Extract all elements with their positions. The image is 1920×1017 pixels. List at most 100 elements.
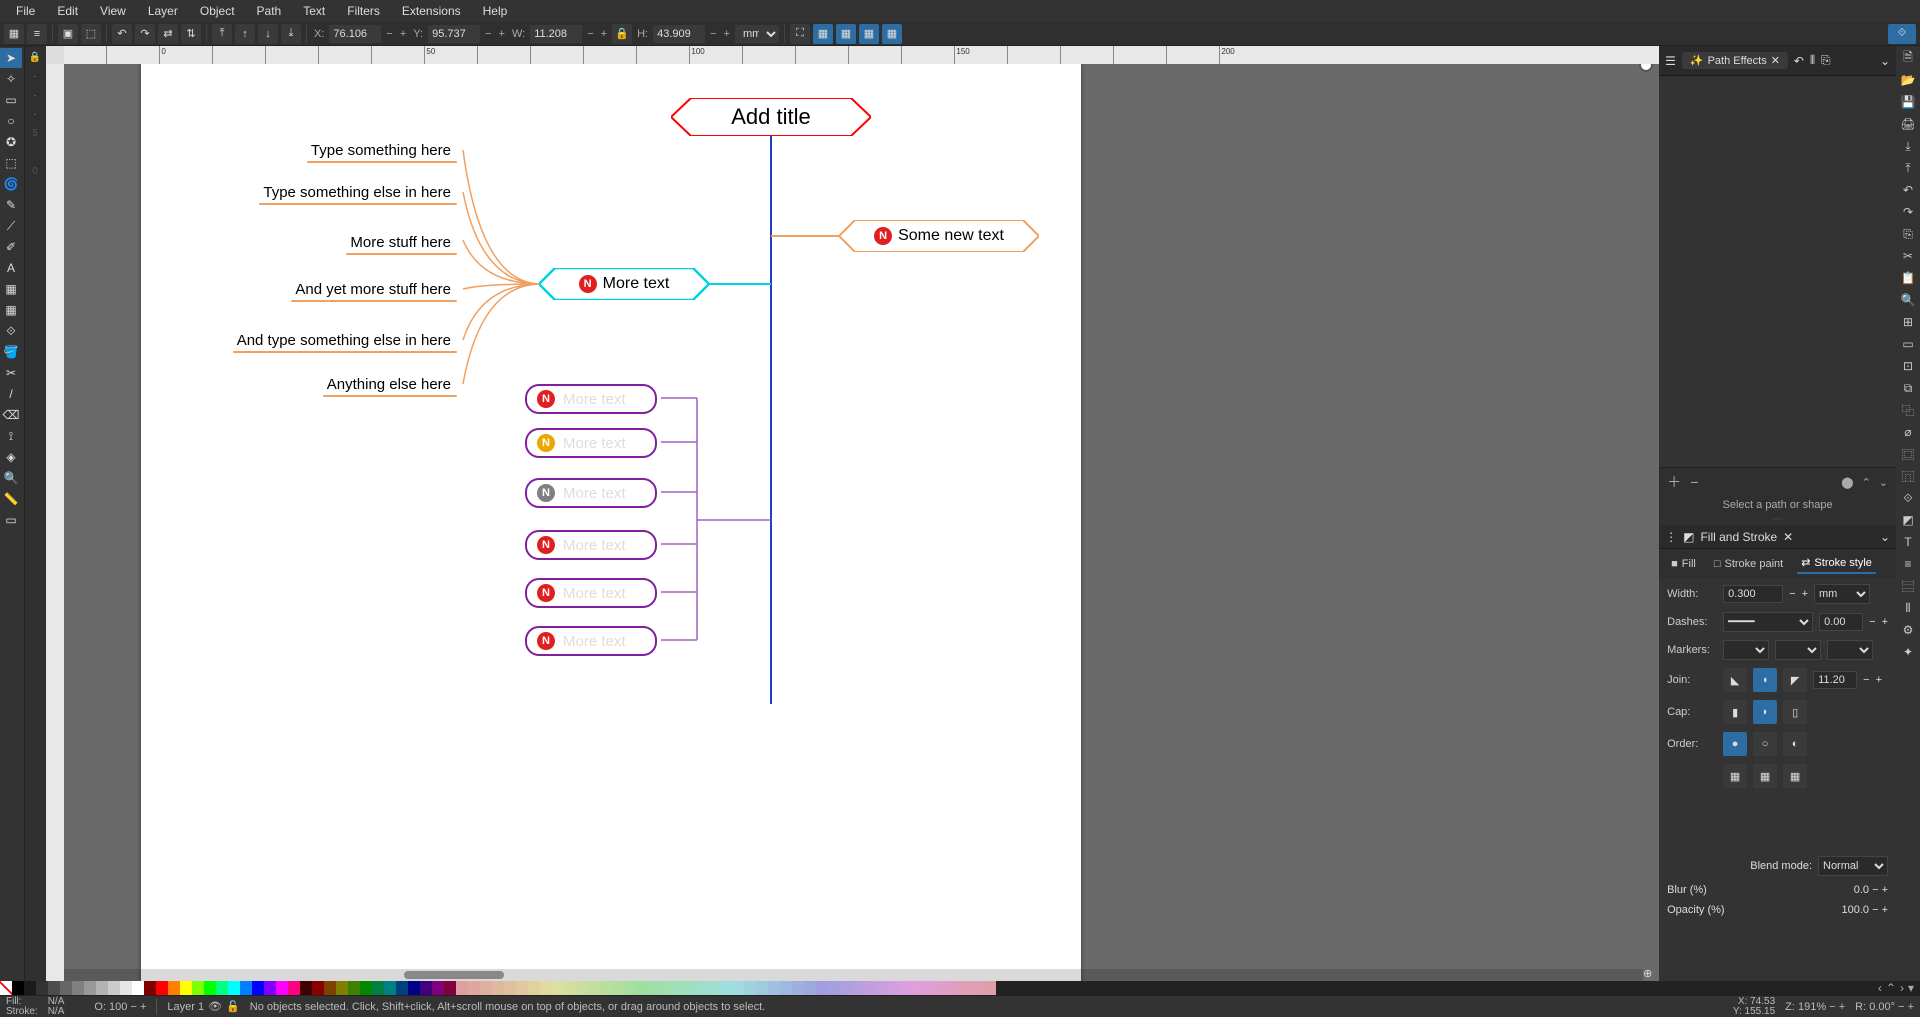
menu-file[interactable]: File [6,1,45,21]
palette-menu-icon[interactable]: ▾ [1908,981,1914,995]
tab-export-icon[interactable]: ⎘ [1821,53,1831,68]
color-swatch[interactable] [816,981,828,995]
x-input[interactable] [329,25,381,43]
import-icon[interactable]: ⤓ [1898,136,1918,156]
purple-node[interactable]: NMore text [525,530,657,560]
w-plus-icon[interactable]: + [601,28,607,40]
plus-icon[interactable]: + [1876,674,1882,686]
color-swatch[interactable] [48,981,60,995]
plus-icon[interactable]: + [1908,1001,1914,1013]
color-swatch[interactable] [648,981,660,995]
dash-offset-input[interactable] [1819,613,1863,631]
color-swatch[interactable] [864,981,876,995]
selectors-icon[interactable]: ⿳ [1898,576,1918,596]
tab-fill[interactable]: ■Fill [1667,553,1700,574]
canvas[interactable]: 050100150200 Add [46,46,1659,981]
tool-eraser[interactable]: ⌫ [0,405,22,425]
color-swatch[interactable] [456,981,468,995]
purple-node[interactable]: NMore text [525,384,657,414]
color-swatch[interactable] [624,981,636,995]
menu-object[interactable]: Object [190,1,245,21]
rotate-ccw-icon[interactable]: ↶ [112,24,132,44]
plus-icon[interactable]: + [140,1001,146,1013]
tool-dropper[interactable]: ⟐ [0,321,22,341]
h-minus-icon[interactable]: − [710,28,716,40]
minus-icon[interactable]: − [1869,616,1875,628]
raise-icon[interactable]: ↑ [235,24,255,44]
left-text-item[interactable]: Anything else here [327,376,451,393]
color-swatch[interactable] [36,981,48,995]
tool-node[interactable]: ✧ [0,69,22,89]
h-plus-icon[interactable]: + [724,28,730,40]
drag-handle-icon[interactable]: ⋮ [1665,530,1677,544]
scale-stroke-icon[interactable]: ▦ [813,24,833,44]
layers-icon[interactable]: ≡ [1898,554,1918,574]
color-swatch[interactable] [60,981,72,995]
snap-alignment-icon[interactable]: · [25,105,45,123]
tool-pages[interactable]: ▭ [0,510,22,530]
color-swatch[interactable] [492,981,504,995]
left-text-item[interactable]: And yet more stuff here [295,281,451,298]
tool-rect[interactable]: ▭ [0,90,22,110]
zoom-value[interactable]: 191% [1798,1001,1826,1013]
rotation-center-icon[interactable] [1639,64,1653,72]
join-miter-icon[interactable]: ◤ [1783,668,1807,692]
y-plus-icon[interactable]: + [499,28,505,40]
color-swatch[interactable] [120,981,132,995]
color-swatch[interactable] [96,981,108,995]
order-smf-icon[interactable]: ▦ [1783,764,1807,788]
tool-zoom[interactable]: 🔍 [0,468,22,488]
tool-connector[interactable]: ⟟ [0,426,22,446]
purple-node[interactable]: NMore text [525,578,657,608]
color-swatch[interactable] [360,981,372,995]
join-bevel-icon[interactable]: ◣ [1723,668,1747,692]
color-swatch[interactable] [180,981,192,995]
scrollbar-horizontal[interactable] [64,969,1643,981]
color-swatch[interactable] [276,981,288,995]
color-swatch[interactable] [960,981,972,995]
tool-tweak[interactable]: ✂ [0,363,22,383]
tool-selector[interactable]: ➤ [0,48,22,68]
left-text-item[interactable]: Type something here [311,142,451,159]
color-swatch[interactable] [504,981,516,995]
snapping-master-icon[interactable]: ⟐ [1888,24,1916,44]
color-swatch[interactable] [576,981,588,995]
minus-icon[interactable]: − [1898,1001,1904,1013]
color-swatch[interactable] [708,981,720,995]
chevron-right-icon[interactable]: › [1900,981,1904,995]
menu-text[interactable]: Text [293,1,335,21]
stroke-width-unit[interactable]: mm [1814,584,1870,604]
clone-icon[interactable]: ⿻ [1898,400,1918,420]
cyan-node[interactable]: N More text [539,268,709,300]
cap-square-icon[interactable]: ▯ [1783,700,1807,724]
color-swatch[interactable] [348,981,360,995]
copy-icon[interactable]: ⎘ [1898,224,1918,244]
remove-effect-icon[interactable]: − [1690,474,1698,490]
tab-stroke-style[interactable]: ⇄Stroke style [1797,553,1876,574]
flip-h-icon[interactable]: ⇄ [158,24,178,44]
minus-icon[interactable]: − [1872,904,1878,916]
lower-icon[interactable]: ↓ [258,24,278,44]
color-swatch[interactable] [672,981,684,995]
blend-mode-select[interactable]: Normal [1818,856,1888,876]
plus-icon[interactable]: + [1882,904,1888,916]
chevron-down-icon[interactable]: ⌄ [1880,54,1890,68]
color-swatch[interactable] [780,981,792,995]
color-swatch[interactable] [912,981,924,995]
color-swatch[interactable] [144,981,156,995]
dock-tab-menu-icon[interactable]: ☰ [1665,54,1676,68]
cut-icon[interactable]: ✂ [1898,246,1918,266]
menu-help[interactable]: Help [473,1,518,21]
layer-indicator[interactable]: Layer 1 👁 🔓 [167,1000,239,1013]
y-minus-icon[interactable]: − [485,28,491,40]
open-icon[interactable]: 📂 [1898,70,1918,90]
toggle-icon[interactable]: ⬤ [1841,476,1853,489]
left-text-item[interactable]: More stuff here [350,234,451,251]
order-fsm-icon[interactable]: ● [1723,732,1747,756]
color-swatch[interactable] [852,981,864,995]
color-wheel-icon[interactable]: ⊕ [1643,967,1657,981]
eye-icon[interactable]: 👁 [208,1000,222,1013]
color-swatch[interactable] [372,981,384,995]
docprop-icon[interactable]: ✦ [1898,642,1918,662]
tool-text[interactable]: A [0,258,22,278]
